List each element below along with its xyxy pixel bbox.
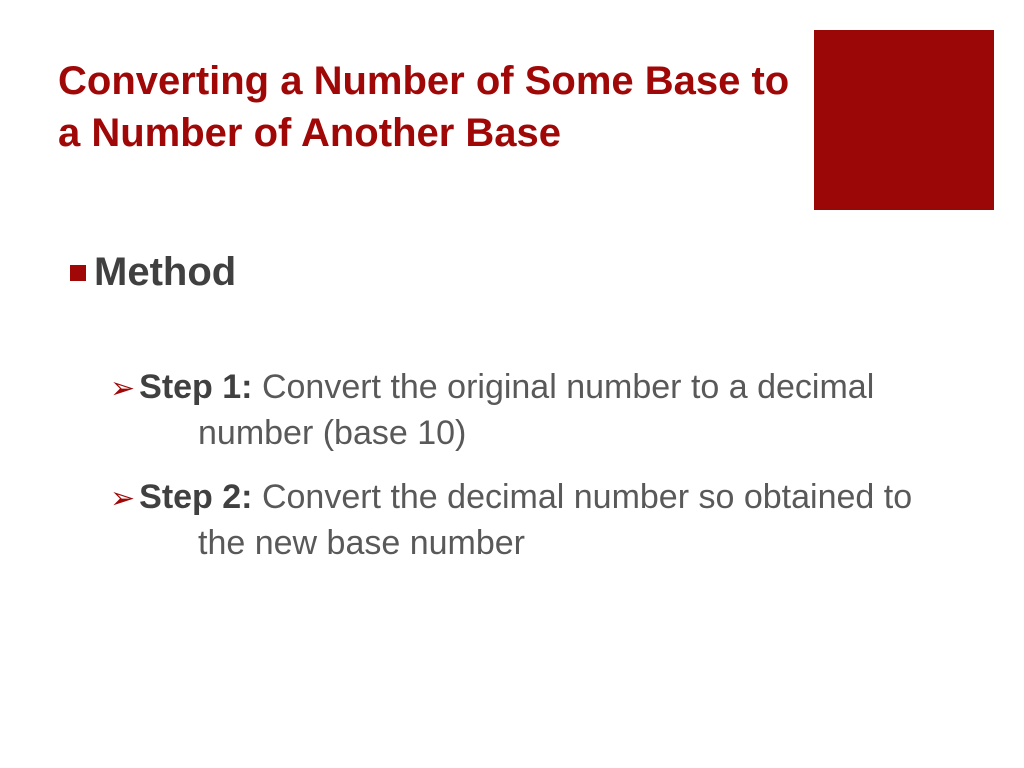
arrow-bullet-icon: ➢: [110, 372, 135, 405]
slide-title: Converting a Number of Some Base to a Nu…: [58, 55, 818, 159]
decor-square: [814, 30, 994, 210]
square-bullet-icon: [70, 265, 86, 281]
step-body: Convert the original number to a decimal…: [198, 368, 874, 452]
step-item: ➢Step 1: Convert the original number to …: [110, 365, 954, 457]
step-item: ➢Step 2: Convert the decimal number so o…: [110, 475, 954, 567]
method-line: Method: [70, 250, 954, 295]
slide-content: Method ➢Step 1: Convert the original num…: [70, 250, 954, 585]
step-label: Step 1:: [139, 368, 252, 406]
arrow-bullet-icon: ➢: [110, 482, 135, 515]
step-body: Convert the decimal number so obtained t…: [198, 478, 912, 562]
step-label: Step 2:: [139, 478, 252, 516]
method-label: Method: [94, 250, 236, 295]
